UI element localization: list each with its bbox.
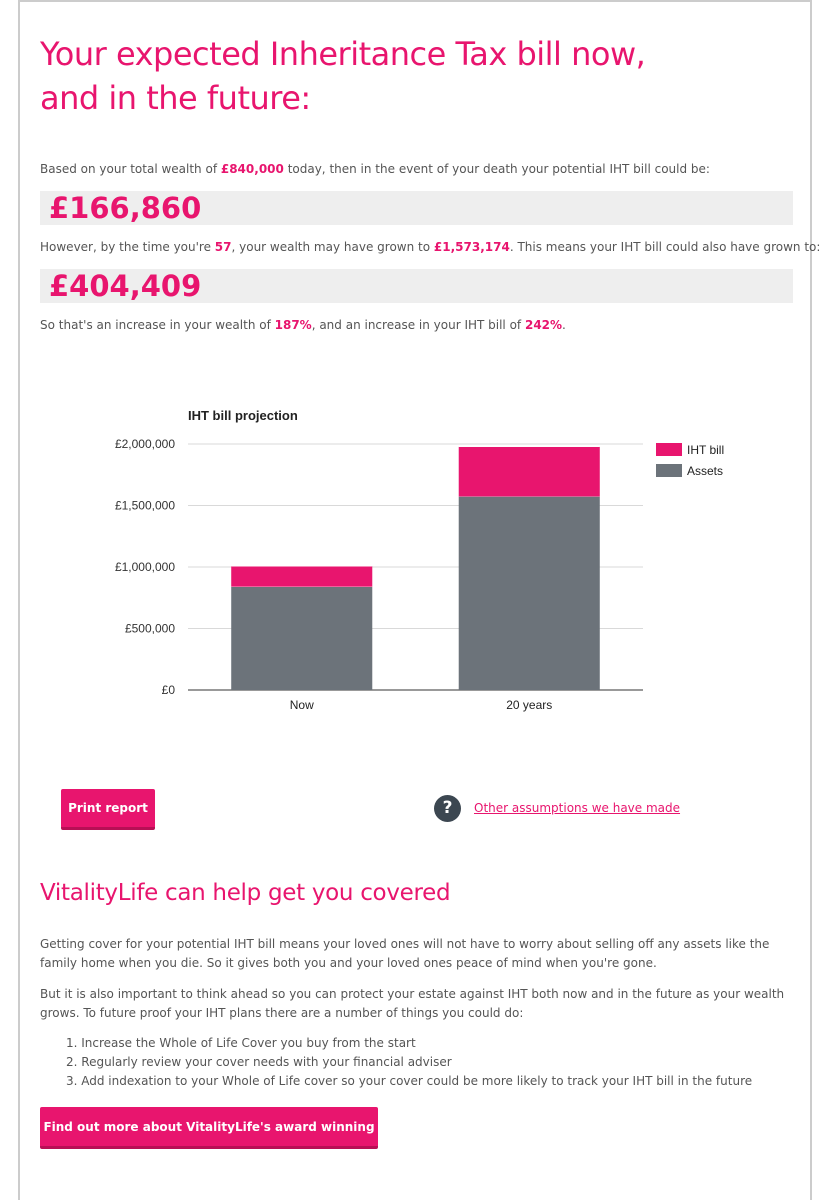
wealth-now-text-b: today, then in the event of your death y… (283, 162, 710, 176)
legend-swatch (656, 464, 682, 477)
bar-iht-bill (458, 446, 600, 497)
y-tick-label: £1,500,000 (115, 499, 175, 513)
x-tick-label: Now (290, 698, 314, 712)
future-age-value: 57 (214, 240, 232, 254)
legend-label: IHT bill (687, 443, 724, 457)
wealth-future-value: £1,573,174 (433, 240, 510, 254)
wealth-future-text-c: . This means your IHT bill could also ha… (509, 240, 821, 254)
step-item-2: 2. Regularly review your cover needs wit… (66, 1055, 452, 1069)
find-out-more-button[interactable]: Find out more about VitalityLife's award… (40, 1107, 378, 1174)
wealth-now-text-a: Based on your total wealth of (40, 162, 221, 176)
page-title-line-1: Your expected Inheritance Tax bill now, (40, 35, 646, 73)
iht-future-panel: £404,409 (40, 269, 793, 303)
step-item-3: 3. Add indexation to your Whole of Life … (66, 1074, 753, 1088)
y-tick-label: £2,000,000 (115, 437, 175, 451)
iht-now-value: £166,860 (49, 191, 202, 225)
wealth-future-text: However, by the time you're 57, your wea… (40, 238, 820, 256)
vitality-paragraph-1: Getting cover for your potential IHT bil… (40, 937, 770, 970)
assumptions-link[interactable]: Other assumptions we have made (474, 801, 680, 815)
question-circle-icon[interactable]: ? (434, 795, 461, 822)
increase-text: So that's an increase in your wealth of … (40, 316, 566, 334)
wealth-future-text-a: However, by the time you're (40, 240, 215, 254)
legend-label: Assets (687, 464, 723, 478)
wealth-increase-value: 187% (274, 318, 312, 332)
step-item-1: 1. Increase the Whole of Life Cover you … (66, 1036, 416, 1050)
wealth-now-value: £840,000 (220, 162, 284, 176)
iht-now-panel: £166,860 (40, 191, 793, 225)
y-tick-label: £0 (162, 683, 176, 697)
chart-title: IHT bill projection (188, 408, 298, 423)
wealth-future-text-b: , your wealth may have grown to (231, 240, 434, 254)
vitality-heading: VitalityLife can help get you covered (40, 880, 451, 906)
increase-text-c: . (562, 318, 566, 332)
iht-projection-chart: IHT bill projection £0 £500,000 £1,000,000 £… (115, 408, 724, 712)
increase-text-b: , and an increase in your IHT bill of (311, 318, 525, 332)
y-tick-label: £500,000 (125, 622, 175, 636)
bar-assets (231, 586, 373, 690)
legend-swatch (656, 443, 682, 456)
iht-future-value: £404,409 (49, 269, 202, 303)
bar-assets (458, 496, 600, 690)
page-title-line-2: and in the future: (40, 79, 311, 117)
bar-iht-bill (231, 566, 373, 587)
increase-text-a: So that's an increase in your wealth of (40, 318, 275, 332)
x-tick-label: 20 years (506, 698, 552, 712)
future-proof-steps: 1. Increase the Whole of Life Cover you … (40, 1034, 752, 1091)
page-title: Your expected Inheritance Tax bill now, … (40, 32, 780, 120)
print-report-button[interactable]: Print report (61, 789, 155, 830)
y-tick-label: £1,000,000 (115, 560, 175, 574)
wealth-now-text: Based on your total wealth of £840,000 t… (40, 160, 710, 178)
iht-increase-value: 242% (524, 318, 563, 332)
vitality-paragraph-2: But it is also important to think ahead … (40, 987, 785, 1020)
